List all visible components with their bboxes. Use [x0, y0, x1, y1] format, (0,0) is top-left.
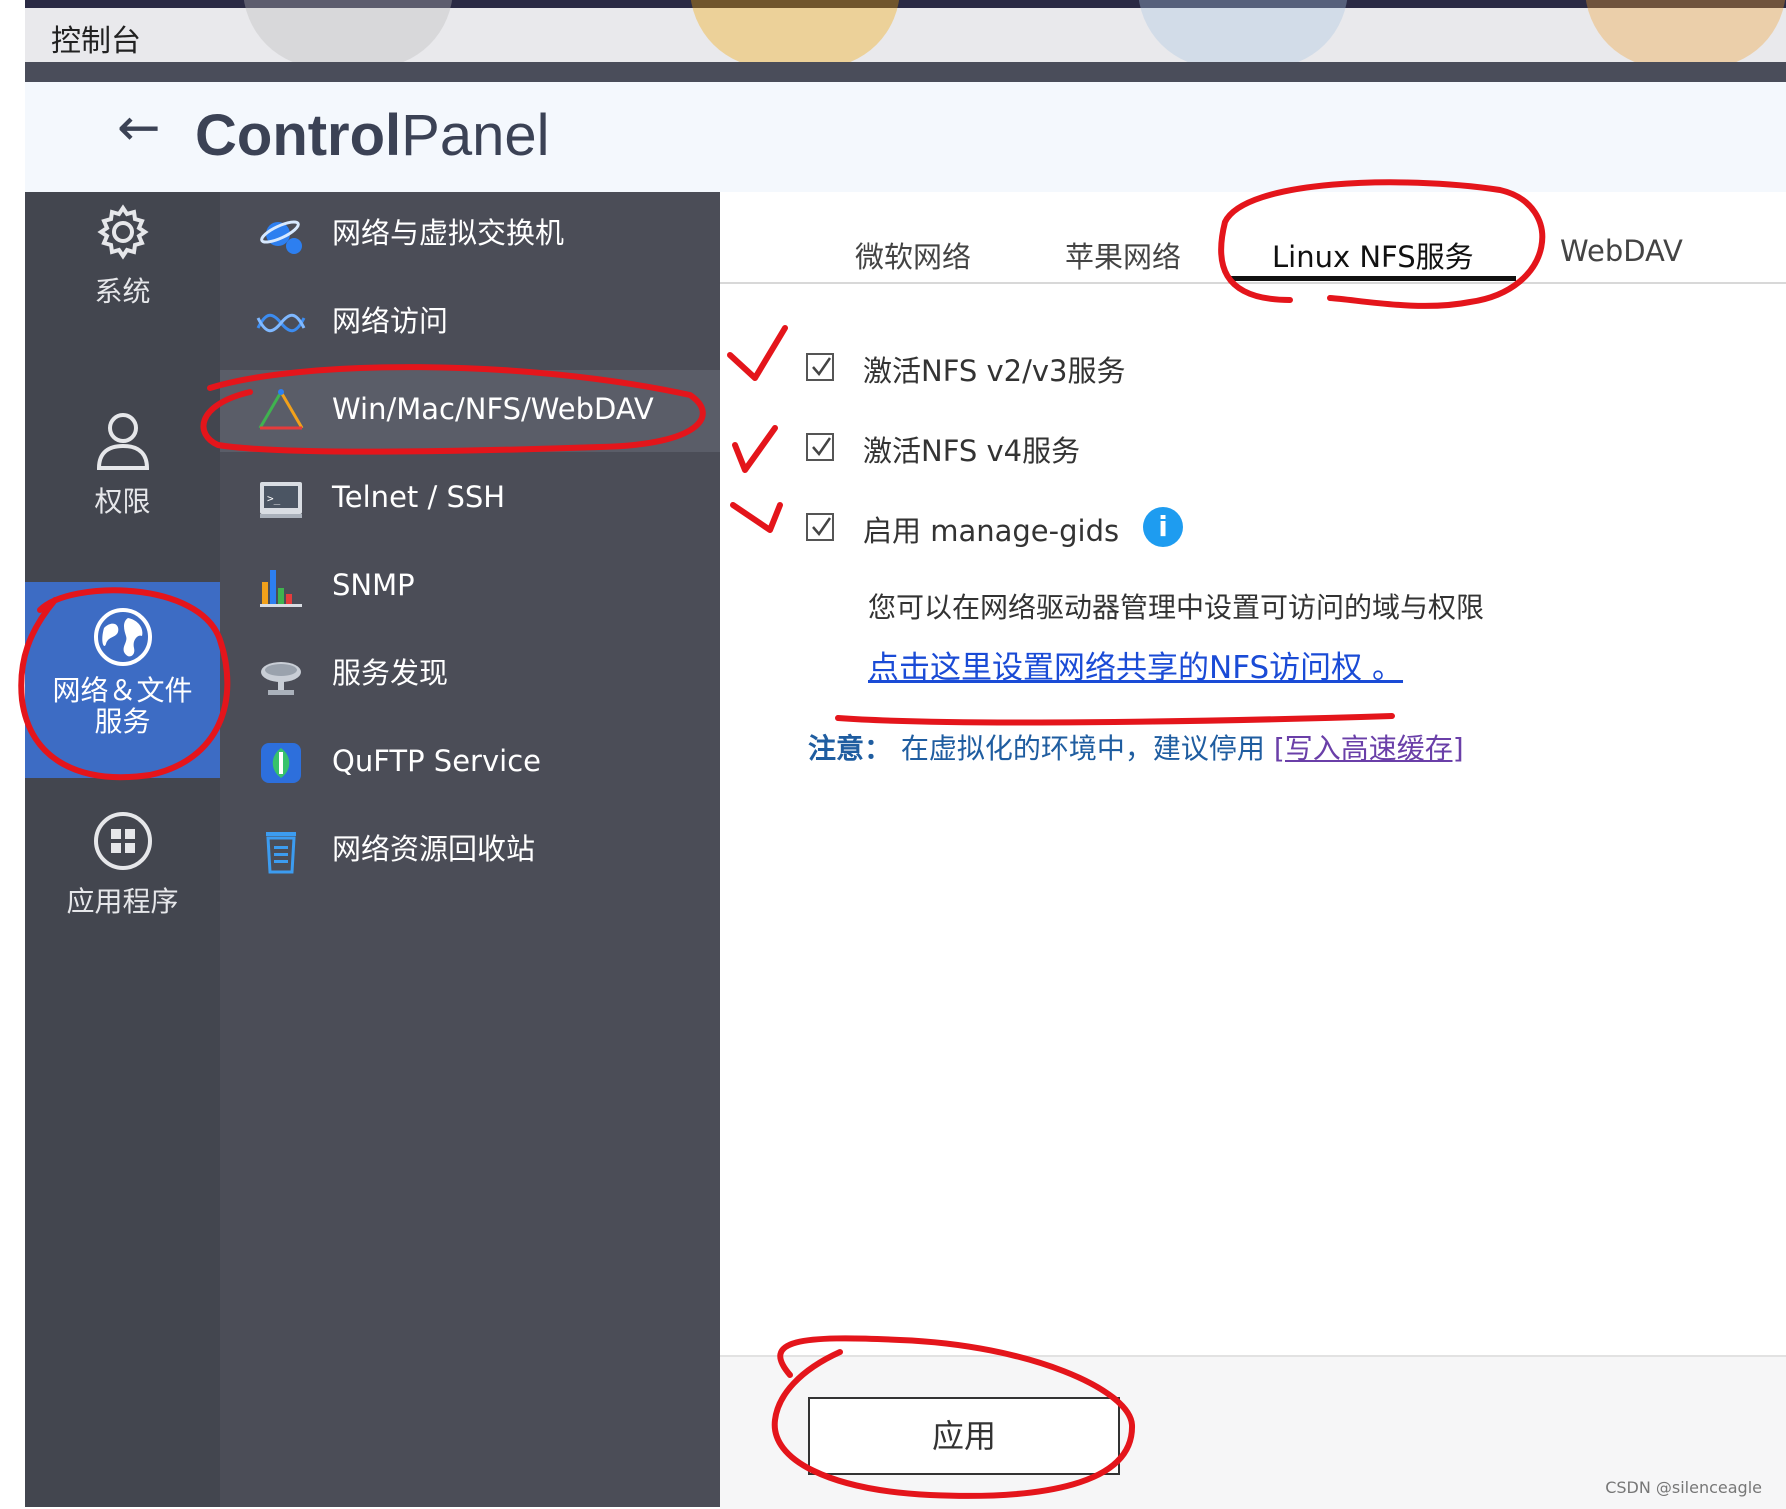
- permissions-description: 您可以在网络驱动器管理中设置可访问的域与权限: [868, 591, 1485, 624]
- tab-microsoft-networking[interactable]: 微软网络: [855, 234, 971, 276]
- satellite-dish-icon: [261, 662, 301, 695]
- note-label: 注意：: [808, 732, 893, 765]
- option-label-nfs-v4: 激活NFS v4服务: [863, 434, 1081, 468]
- window-title: 控制台: [51, 24, 141, 59]
- category-rail: 系统 权限 网络＆文件 服务 应用程序: [25, 192, 220, 1507]
- rail-item-system[interactable]: 系统: [25, 202, 220, 352]
- settings-content: 微软网络 苹果网络 Linux NFS服务 WebDAV 激活NFS v2/v3…: [720, 192, 1786, 1509]
- info-icon[interactable]: i: [1143, 507, 1183, 547]
- rail-item-label: 权限: [94, 485, 151, 518]
- snmp-chart-icon: [260, 570, 302, 607]
- nav-item-label: 网络资源回收站: [332, 832, 536, 866]
- nav-item-network-recycle-bin[interactable]: 网络资源回收站: [220, 810, 720, 892]
- nav-item-telnet-ssh[interactable]: >_ Telnet / SSH: [220, 458, 720, 540]
- nav-item-service-discovery[interactable]: 服务发现: [220, 634, 720, 716]
- faded-app-icon: [1138, 0, 1348, 68]
- nav-item-label: 服务发现: [332, 656, 449, 690]
- nfs-access-rights-link[interactable]: 点击这里设置网络共享的NFS访问权 。: [868, 642, 1403, 687]
- virtualization-note: 注意： 在虚拟化的环境中，建议停用 [写入高速缓存]: [808, 727, 1464, 767]
- faded-app-icon: [243, 0, 453, 68]
- control-panel-header: ← ControlPanel: [25, 82, 1786, 192]
- nav-item-label: Telnet / SSH: [332, 480, 506, 514]
- nav-item-quftp[interactable]: QuFTP Service: [220, 722, 720, 804]
- network-access-icon: [256, 313, 306, 333]
- user-icon: [96, 413, 149, 470]
- rail-item-permissions[interactable]: 权限: [25, 410, 220, 560]
- nav-item-label: QuFTP Service: [332, 744, 541, 778]
- note-text: 在虚拟化的环境中，建议停用: [900, 732, 1265, 765]
- nav-item-virtual-switch[interactable]: 网络与虚拟交换机: [220, 194, 720, 276]
- nav-item-snmp[interactable]: SNMP: [220, 546, 720, 628]
- faded-app-icon: [690, 0, 900, 68]
- tab-linux-nfs[interactable]: Linux NFS服务: [1272, 234, 1474, 276]
- watermark: CSDN @silenceagle: [1605, 1478, 1762, 1497]
- write-cache-link[interactable]: [写入高速缓存]: [1274, 732, 1464, 765]
- rail-item-label: 应用程序: [66, 885, 179, 918]
- nav-item-win-mac-nfs-webdav[interactable]: Win/Mac/NFS/WebDAV: [220, 370, 720, 452]
- header-stripe: [25, 62, 1786, 82]
- apps-grid-icon: [93, 812, 152, 870]
- os-title-bar: 控制台: [25, 0, 1786, 68]
- nav-item-label: Win/Mac/NFS/WebDAV: [332, 392, 654, 426]
- option-label-nfs-v2-v3: 激活NFS v2/v3服务: [863, 354, 1126, 388]
- tab-webdav[interactable]: WebDAV: [1560, 234, 1683, 268]
- checkbox-nfs-v4[interactable]: [806, 433, 834, 461]
- rail-item-label: 网络＆文件: [52, 674, 193, 707]
- nav-item-network-access[interactable]: 网络访问: [220, 282, 720, 364]
- active-tab-indicator: [1228, 276, 1516, 281]
- page-title: ControlPanel: [195, 103, 550, 168]
- terminal-icon: >_: [260, 482, 302, 518]
- ftp-icon: [261, 743, 301, 783]
- recycle-bin-icon: [266, 832, 296, 874]
- globe-icon: [93, 608, 152, 666]
- faded-app-icon: [1585, 0, 1786, 68]
- rail-item-label: 系统: [94, 275, 151, 308]
- gear-icon: [96, 204, 149, 260]
- option-label-manage-gids: 启用 manage-gids: [863, 514, 1120, 548]
- rail-item-network-file-services[interactable]: 网络＆文件 服务: [25, 582, 220, 778]
- checkbox-nfs-v2-v3[interactable]: [806, 353, 834, 381]
- rail-item-applications[interactable]: 应用程序: [25, 810, 220, 960]
- rail-item-label: 服务: [94, 704, 151, 738]
- nav-item-label: SNMP: [332, 568, 415, 602]
- svg-text:>_: >_: [267, 492, 281, 505]
- nav-item-label: 网络与虚拟交换机: [332, 216, 565, 250]
- nav-item-label: 网络访问: [332, 304, 449, 338]
- tab-bar: 微软网络 苹果网络 Linux NFS服务 WebDAV: [720, 192, 1786, 284]
- arrow-left-icon[interactable]: ←: [117, 102, 161, 154]
- file-services-icon: [258, 389, 304, 430]
- checkbox-manage-gids[interactable]: [806, 513, 834, 541]
- sub-navigation: 网络与虚拟交换机 网络访问 Win/Mac/NFS/WebDAV >_ Teln…: [220, 192, 720, 1507]
- apply-button[interactable]: 应用: [808, 1397, 1120, 1475]
- virtual-switch-icon: [260, 220, 302, 254]
- tab-apple-networking[interactable]: 苹果网络: [1065, 234, 1181, 276]
